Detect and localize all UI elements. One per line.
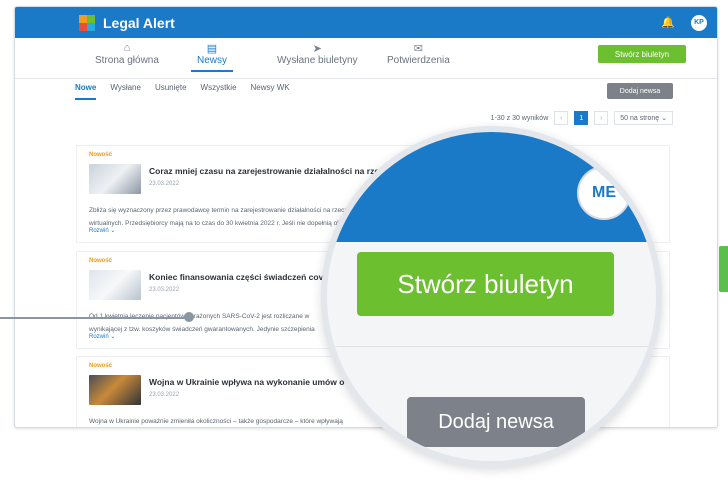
nav-item-news[interactable]: ▤ Newsy — [190, 42, 234, 72]
envelope-icon: ✉ — [413, 43, 424, 55]
news-thumbnail — [89, 375, 141, 405]
zoom-divider — [327, 346, 656, 347]
results-range: 1-30 z 30 wyników — [490, 114, 549, 122]
create-newsletter-button[interactable]: Stwórz biuletyn — [598, 45, 686, 63]
zoom-create-newsletter-button: Stwórz biuletyn — [357, 252, 614, 316]
main-nav: ⌂ Strona główna ▤ Newsy ➤ Wysłane biulet… — [15, 38, 717, 79]
callout-connector — [0, 317, 188, 319]
callout-dot — [184, 312, 194, 322]
top-bar: Legal Alert 🔔 KP — [15, 7, 717, 38]
avatar[interactable]: KP — [691, 14, 707, 31]
expand-link[interactable]: Rozwiń ⌄ — [89, 333, 115, 340]
expand-link[interactable]: Rozwiń ⌄ — [89, 227, 115, 234]
home-icon: ⌂ — [123, 42, 131, 54]
zoom-callout: ME Stwórz biuletyn Dodaj newsa — [321, 126, 662, 467]
add-news-button[interactable]: Dodaj newsa — [607, 83, 673, 99]
nav-item-sent-newsletters[interactable]: ➤ Wysłane biuletyny — [277, 42, 358, 66]
current-page[interactable]: 1 — [574, 111, 589, 125]
bell-icon[interactable]: 🔔 — [661, 16, 675, 29]
prev-page-button[interactable]: ‹ — [554, 111, 569, 125]
legal-alert-logo — [79, 14, 95, 31]
feedback-side-tab[interactable]: Twoja zgoda — [705, 245, 728, 292]
tab-all[interactable]: Wszystkie — [201, 83, 237, 100]
news-thumbnail — [89, 270, 141, 300]
per-page-select[interactable]: 50 na stronę ⌄ — [614, 111, 673, 125]
tab-news-wk[interactable]: Newsy WK — [251, 83, 290, 100]
tab-deleted[interactable]: Usunięte — [155, 83, 187, 100]
tab-new[interactable]: Nowe — [75, 83, 97, 100]
zoom-add-news-button: Dodaj newsa — [407, 397, 585, 447]
next-page-button[interactable]: › — [594, 111, 609, 125]
new-tag: Nowość — [89, 152, 113, 158]
news-date: 23.03.2022 — [149, 392, 180, 398]
nav-item-home[interactable]: ⌂ Strona główna — [95, 42, 159, 66]
news-date: 23.03.2022 — [149, 181, 180, 187]
news-subtabs: Nowe Wysłane Usunięte Wszystkie Newsy WK — [75, 83, 290, 100]
new-tag: Nowość — [89, 258, 113, 264]
news-icon: ▤ — [206, 43, 218, 55]
new-tag: Nowość — [89, 363, 113, 369]
news-title[interactable]: Wojna w Ukrainie wpływa na wykonanie umó… — [149, 377, 363, 387]
nav-item-confirmations[interactable]: ✉ Potwierdzenia — [387, 42, 450, 66]
tab-sent[interactable]: Wysłane — [110, 83, 141, 100]
zoom-avatar: ME — [577, 166, 631, 220]
send-icon: ➤ — [312, 43, 322, 55]
pagination: 1-30 z 30 wyników ‹ 1 › 50 na stronę ⌄ — [491, 111, 673, 125]
news-thumbnail — [89, 164, 141, 194]
news-date: 23.03.2022 — [149, 287, 180, 293]
app-title: Legal Alert — [103, 14, 175, 31]
